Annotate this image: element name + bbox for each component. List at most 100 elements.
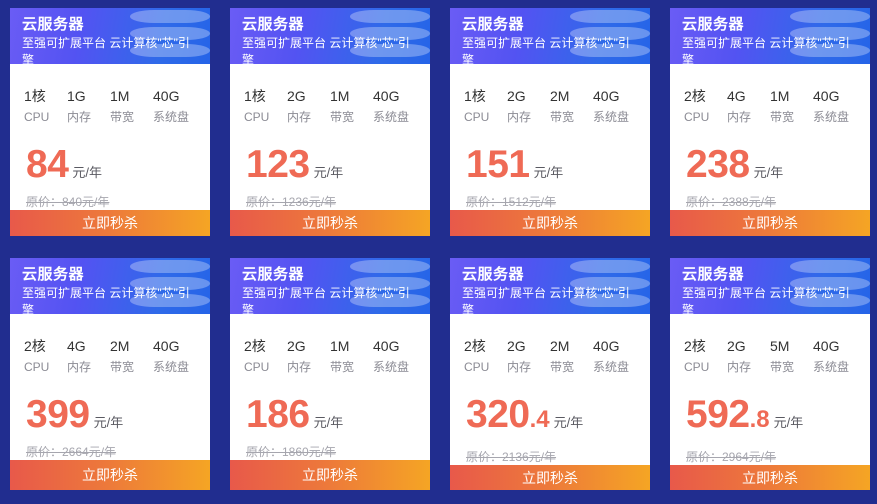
cloud-server-product-card[interactable]: 云服务器 至强可扩展平台 云计算核"芯"引擎 2核 CPU 2G 内存 2M 带… bbox=[450, 258, 650, 490]
spec-value: 1核 bbox=[244, 88, 266, 104]
price-unit: 元/年 bbox=[753, 165, 784, 180]
spec-label: 内存 bbox=[67, 360, 92, 374]
card-subtitle: 至强可扩展平台 云计算核"芯"引擎 bbox=[22, 286, 190, 314]
buy-now-button[interactable]: 立即秒杀 bbox=[10, 210, 210, 236]
card-subtitle: 至强可扩展平台 云计算核"芯"引擎 bbox=[22, 36, 190, 64]
spec-value: 1M bbox=[330, 88, 350, 104]
spec-label: 系统盘 bbox=[593, 360, 630, 374]
original-price: 原价：1860元/年 bbox=[246, 445, 337, 459]
spec-value: 40G bbox=[373, 338, 400, 354]
spec-label: 带宽 bbox=[770, 110, 795, 124]
price-row: 84 元/年 bbox=[10, 127, 210, 185]
spec-label: 带宽 bbox=[770, 360, 795, 374]
spec-cpu: 2核 CPU bbox=[24, 336, 67, 377]
spec-label: 系统盘 bbox=[813, 360, 850, 374]
spec-value: 40G bbox=[813, 88, 840, 104]
spec-label: 系统盘 bbox=[153, 110, 190, 124]
price-decimal: .8 bbox=[749, 406, 770, 433]
price-unit: 元/年 bbox=[72, 165, 103, 180]
price-integer: 320 bbox=[466, 393, 530, 436]
spec-label: 内存 bbox=[507, 360, 532, 374]
spec-bandwidth: 5M 带宽 bbox=[770, 336, 813, 377]
buy-now-button[interactable]: 立即秒杀 bbox=[670, 465, 870, 490]
spec-disk: 40G 系统盘 bbox=[813, 336, 856, 377]
buy-now-button[interactable]: 立即秒杀 bbox=[450, 465, 650, 490]
spec-value: 2G bbox=[507, 338, 526, 354]
card-subtitle: 至强可扩展平台 云计算核"芯"引擎 bbox=[682, 36, 850, 64]
spec-bandwidth: 1M 带宽 bbox=[110, 86, 153, 127]
product-card-cell-7: 云服务器 至强可扩展平台 云计算核"芯"引擎 2核 CPU 2G 内存 2M 带… bbox=[440, 250, 660, 504]
spec-value: 1M bbox=[110, 88, 130, 104]
card-title: 云服务器 bbox=[682, 16, 745, 33]
spec-value: 2G bbox=[287, 88, 306, 104]
spec-label: 带宽 bbox=[330, 360, 355, 374]
cloud-server-product-card[interactable]: 云服务器 至强可扩展平台 云计算核"芯"引擎 1核 CPU 2G 内存 2M 带… bbox=[450, 8, 650, 236]
cloud-server-product-card[interactable]: 云服务器 至强可扩展平台 云计算核"芯"引擎 2核 CPU 2G 内存 5M 带… bbox=[670, 258, 870, 490]
cloud-server-product-card[interactable]: 云服务器 至强可扩展平台 云计算核"芯"引擎 1核 CPU 2G 内存 1M 带… bbox=[230, 8, 430, 236]
card-header: 云服务器 至强可扩展平台 云计算核"芯"引擎 bbox=[670, 8, 870, 64]
price-integer: 84 bbox=[26, 143, 69, 186]
spec-label: 内存 bbox=[727, 360, 752, 374]
spec-label: CPU bbox=[464, 110, 490, 124]
card-title: 云服务器 bbox=[682, 266, 745, 283]
spec-row: 1核 CPU 1G 内存 1M 带宽 40G 系统盘 bbox=[10, 64, 210, 127]
buy-now-button[interactable]: 立即秒杀 bbox=[450, 210, 650, 236]
spec-label: 系统盘 bbox=[593, 110, 630, 124]
spec-value: 2G bbox=[287, 338, 306, 354]
spec-bandwidth: 1M 带宽 bbox=[330, 86, 373, 127]
spec-cpu: 2核 CPU bbox=[684, 336, 727, 377]
price-row: 151 元/年 bbox=[450, 127, 650, 185]
cloud-server-product-card[interactable]: 云服务器 至强可扩展平台 云计算核"芯"引擎 1核 CPU 1G 内存 1M 带… bbox=[10, 8, 210, 236]
spec-value: 2核 bbox=[244, 338, 266, 354]
buy-now-button[interactable]: 立即秒杀 bbox=[10, 460, 210, 490]
card-header: 云服务器 至强可扩展平台 云计算核"芯"引擎 bbox=[10, 8, 210, 64]
spec-label: 带宽 bbox=[550, 360, 575, 374]
spec-value: 40G bbox=[593, 88, 620, 104]
spec-value: 2M bbox=[550, 338, 570, 354]
cloud-server-product-card[interactable]: 云服务器 至强可扩展平台 云计算核"芯"引擎 2核 CPU 4G 内存 2M 带… bbox=[10, 258, 210, 490]
spec-value: 1M bbox=[770, 88, 790, 104]
original-price: 原价：1512元/年 bbox=[466, 195, 557, 209]
cloud-server-product-card[interactable]: 云服务器 至强可扩展平台 云计算核"芯"引擎 2核 CPU 4G 内存 1M 带… bbox=[670, 8, 870, 236]
spec-label: 内存 bbox=[507, 110, 532, 124]
original-price: 原价：2388元/年 bbox=[686, 195, 777, 209]
spec-value: 2G bbox=[507, 88, 526, 104]
spec-value: 40G bbox=[153, 338, 180, 354]
product-card-cell-8: 云服务器 至强可扩展平台 云计算核"芯"引擎 2核 CPU 2G 内存 5M 带… bbox=[660, 250, 877, 504]
price-integer: 123 bbox=[246, 143, 310, 186]
spec-row: 1核 CPU 2G 内存 1M 带宽 40G 系统盘 bbox=[230, 64, 430, 127]
spec-memory: 2G 内存 bbox=[727, 336, 770, 377]
product-card-cell-5: 云服务器 至强可扩展平台 云计算核"芯"引擎 2核 CPU 4G 内存 2M 带… bbox=[0, 250, 220, 504]
original-price: 原价：840元/年 bbox=[26, 195, 110, 209]
price-integer: 592 bbox=[686, 393, 750, 436]
spec-value: 2M bbox=[110, 338, 130, 354]
card-title: 云服务器 bbox=[22, 16, 85, 33]
price-decimal: .4 bbox=[529, 406, 550, 433]
spec-label: 带宽 bbox=[330, 110, 355, 124]
card-title: 云服务器 bbox=[242, 266, 305, 283]
buy-now-button[interactable]: 立即秒杀 bbox=[670, 210, 870, 236]
spec-value: 2G bbox=[727, 338, 746, 354]
product-card-cell-3: 云服务器 至强可扩展平台 云计算核"芯"引擎 1核 CPU 2G 内存 2M 带… bbox=[440, 0, 660, 250]
spec-value: 40G bbox=[813, 338, 840, 354]
spec-label: CPU bbox=[684, 360, 710, 374]
spec-value: 2核 bbox=[684, 88, 706, 104]
product-card-cell-1: 云服务器 至强可扩展平台 云计算核"芯"引擎 1核 CPU 1G 内存 1M 带… bbox=[0, 0, 220, 250]
card-title: 云服务器 bbox=[22, 266, 85, 283]
spec-row: 2核 CPU 2G 内存 2M 带宽 40G 系统盘 bbox=[450, 314, 650, 377]
spec-value: 2核 bbox=[24, 338, 46, 354]
cloud-server-product-card[interactable]: 云服务器 至强可扩展平台 云计算核"芯"引擎 2核 CPU 2G 内存 1M 带… bbox=[230, 258, 430, 490]
card-subtitle: 至强可扩展平台 云计算核"芯"引擎 bbox=[242, 36, 410, 64]
card-title: 云服务器 bbox=[242, 16, 305, 33]
card-header: 云服务器 至强可扩展平台 云计算核"芯"引擎 bbox=[670, 258, 870, 314]
spec-label: 内存 bbox=[287, 110, 312, 124]
spec-bandwidth: 2M 带宽 bbox=[550, 336, 593, 377]
card-header: 云服务器 至强可扩展平台 云计算核"芯"引擎 bbox=[230, 8, 430, 64]
buy-now-button[interactable]: 立即秒杀 bbox=[230, 210, 430, 236]
price-integer: 151 bbox=[466, 143, 530, 186]
spec-value: 1M bbox=[330, 338, 350, 354]
spec-label: 带宽 bbox=[110, 360, 135, 374]
buy-now-button[interactable]: 立即秒杀 bbox=[230, 460, 430, 490]
spec-label: 系统盘 bbox=[373, 360, 410, 374]
spec-cpu: 2核 CPU bbox=[684, 86, 727, 127]
